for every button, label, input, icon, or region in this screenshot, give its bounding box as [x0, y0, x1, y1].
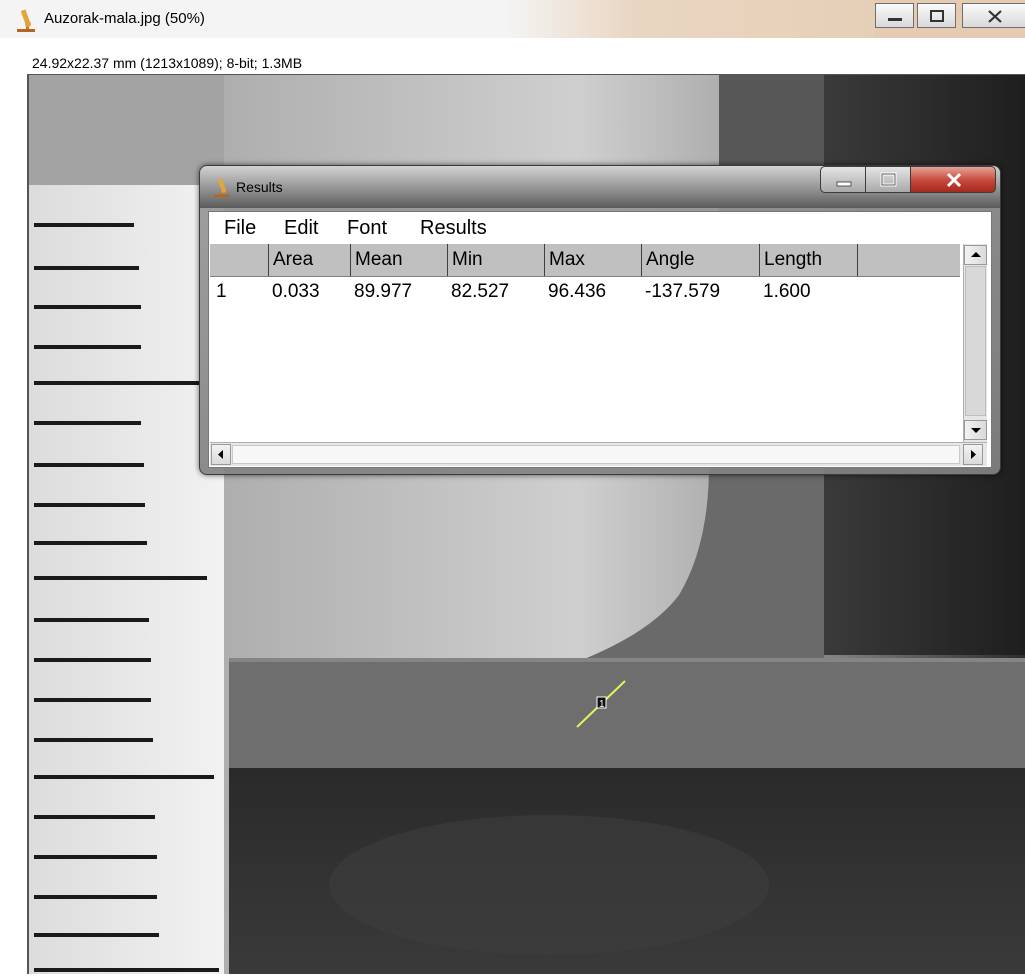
close-icon: [946, 172, 962, 188]
column-header-length[interactable]: Length: [759, 244, 857, 276]
image-window: Auzorak-mala.jpg (50%) 24.92x22.37 mm (1…: [0, 0, 1025, 977]
menu-results[interactable]: Results: [420, 217, 487, 239]
window-title: Auzorak-mala.jpg (50%): [44, 10, 205, 27]
horizontal-scroll-thumb[interactable]: [232, 445, 960, 464]
column-header-angle[interactable]: Angle: [641, 244, 759, 276]
image-info-label: 24.92x22.37 mm (1213x1089); 8-bit; 1.3MB: [32, 55, 303, 71]
column-header-min[interactable]: Min: [447, 244, 544, 276]
minimize-icon: [836, 181, 852, 187]
imagej-microscope-icon: [17, 9, 35, 32]
horizontal-scrollbar[interactable]: [210, 442, 987, 466]
arrow-left-icon: [218, 450, 223, 459]
selection-label: 1: [599, 699, 605, 710]
close-button[interactable]: [962, 3, 1025, 28]
menu-file[interactable]: File: [224, 217, 256, 239]
menu-edit[interactable]: Edit: [284, 217, 318, 239]
vertical-scrollbar[interactable]: [963, 244, 987, 442]
maximize-button[interactable]: [917, 3, 956, 28]
scroll-left-button[interactable]: [211, 444, 231, 465]
cell-mean: 89.977: [354, 281, 413, 302]
minimize-icon: [888, 18, 902, 21]
cell-index: 1: [216, 281, 227, 302]
cell-length: 1.600: [763, 281, 811, 302]
results-menu-bar: File Edit Font Results: [209, 212, 991, 242]
scroll-right-button[interactable]: [963, 444, 983, 465]
minimize-button[interactable]: [875, 3, 914, 28]
cell-max: 96.436: [548, 281, 607, 302]
maximize-icon: [930, 10, 944, 22]
column-header-mean[interactable]: Mean: [350, 244, 447, 276]
scroll-down-button[interactable]: [964, 420, 987, 440]
scroll-up-button[interactable]: [964, 245, 987, 265]
vertical-scroll-thumb[interactable]: [965, 266, 986, 416]
arrow-down-icon: [971, 428, 981, 433]
maximize-icon: [880, 172, 897, 187]
results-window-controls: [820, 166, 998, 193]
table-header-row: Area Mean Min Max Angle Length: [210, 244, 960, 277]
cell-min: 82.527: [451, 281, 510, 302]
results-window: Results File Edit Font Results Area Mean: [199, 165, 1001, 475]
column-header-empty: [857, 244, 960, 276]
results-minimize-button[interactable]: [820, 166, 866, 193]
results-title-bar[interactable]: Results: [200, 166, 1000, 208]
column-header-area[interactable]: Area: [268, 244, 350, 276]
results-close-button[interactable]: [910, 166, 996, 193]
column-header-index[interactable]: [210, 244, 268, 276]
imagej-microscope-icon: [214, 178, 230, 197]
results-client-area: File Edit Font Results Area Mean Min Max…: [208, 211, 992, 468]
window-title-bar[interactable]: Auzorak-mala.jpg (50%): [0, 0, 1025, 38]
menu-font[interactable]: Font: [347, 217, 387, 239]
results-title: Results: [236, 179, 283, 195]
table-row[interactable]: 1 0.033 89.977 82.527 96.436 -137.579 1.…: [210, 277, 960, 307]
arrow-up-icon: [971, 252, 981, 257]
cell-angle: -137.579: [645, 281, 721, 302]
close-icon: [988, 10, 1002, 23]
results-table: Area Mean Min Max Angle Length 1 0.033 8…: [210, 244, 990, 467]
cell-area: 0.033: [272, 281, 320, 302]
results-maximize-button[interactable]: [865, 166, 911, 193]
arrow-right-icon: [971, 450, 976, 459]
column-header-max[interactable]: Max: [544, 244, 641, 276]
